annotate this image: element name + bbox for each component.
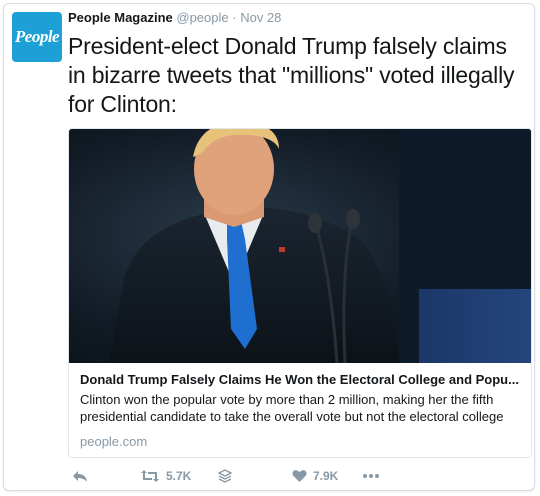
card-body[interactable]: Donald Trump Falsely Claims He Won the E…: [69, 363, 531, 457]
stack-icon: [218, 469, 232, 483]
tweet-card: People People Magazine @people · Nov 28 …: [3, 3, 535, 491]
tweet-actions: 5.7K 7.9K: [68, 466, 508, 486]
card-image[interactable]: [69, 129, 531, 363]
reply-button[interactable]: [72, 466, 88, 486]
tweet-timestamp[interactable]: Nov 28: [240, 10, 281, 25]
retweet-icon: [141, 470, 159, 482]
retweet-count: 5.7K: [166, 469, 192, 483]
author-handle[interactable]: @people: [176, 10, 228, 25]
author-name[interactable]: People Magazine: [68, 10, 173, 25]
card-title[interactable]: Donald Trump Falsely Claims He Won the E…: [80, 371, 520, 388]
stack-button[interactable]: [218, 466, 232, 486]
retweet-button[interactable]: 5.7K: [140, 466, 191, 486]
more-button[interactable]: [362, 466, 380, 486]
card-domain[interactable]: people.com: [80, 433, 147, 450]
like-count: 7.9K: [313, 469, 339, 483]
separator-dot: ·: [232, 10, 237, 25]
reply-icon: [73, 471, 87, 482]
heart-icon: [292, 470, 307, 482]
like-button[interactable]: 7.9K: [292, 466, 338, 486]
card-description: Clinton won the popular vote by more tha…: [80, 392, 504, 424]
more-icon: [363, 474, 379, 478]
article-photo: [69, 129, 531, 363]
tweet-text: President-elect Donald Trump falsely cla…: [68, 33, 515, 117]
avatar[interactable]: People: [12, 12, 62, 62]
tweet-header: People Magazine @people · Nov 28: [68, 10, 281, 26]
link-card[interactable]: Donald Trump Falsely Claims He Won the E…: [68, 128, 532, 458]
